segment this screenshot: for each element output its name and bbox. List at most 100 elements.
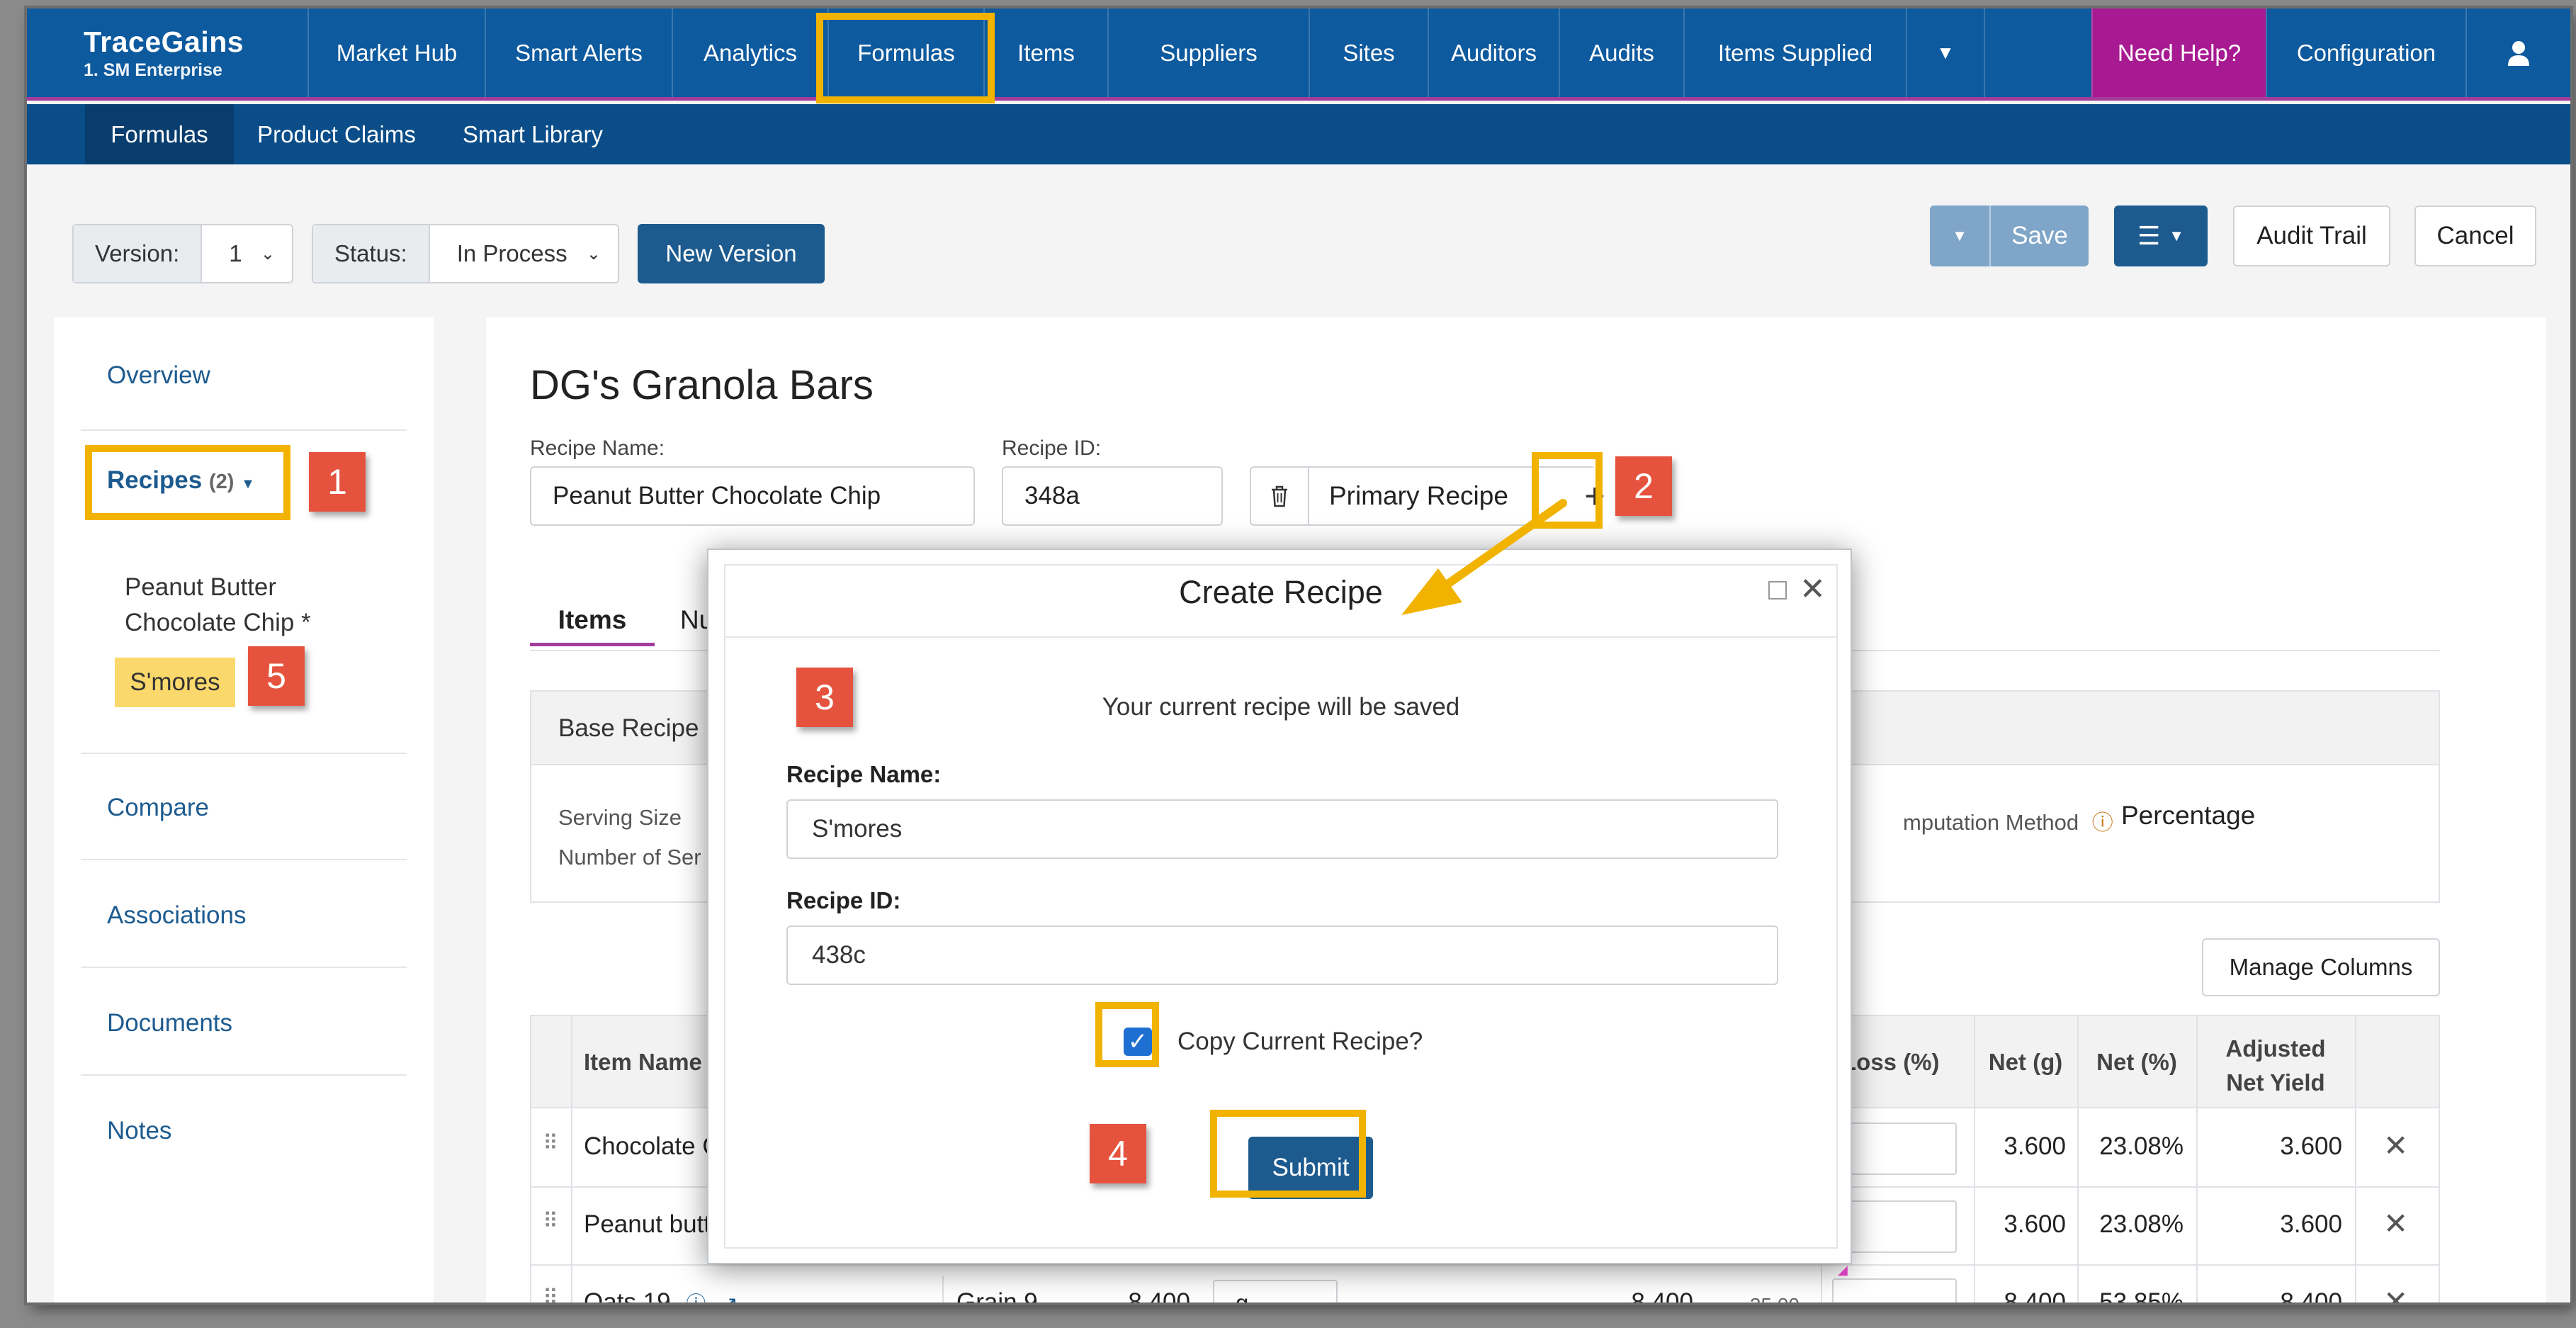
recipe-item-line-2: Chocolate Chip * xyxy=(125,609,311,636)
cancel-button[interactable]: Cancel xyxy=(2414,206,2536,266)
item-name-text: Oats 19 xyxy=(584,1288,671,1302)
nav-auditors[interactable]: Auditors xyxy=(1428,9,1559,97)
col-adjusted-line-2: Net Yield xyxy=(2226,1069,2325,1096)
sidebar-divider xyxy=(81,859,407,860)
info-icon[interactable]: ⓘ xyxy=(686,1293,706,1302)
col-item-name[interactable]: Item Name xyxy=(584,1049,702,1076)
sidebar-documents[interactable]: Documents xyxy=(107,1009,232,1037)
recipe-item-smores[interactable]: S'mores xyxy=(115,658,235,707)
manage-columns-button[interactable]: Manage Columns xyxy=(2202,938,2440,996)
sidebar-associations[interactable]: Associations xyxy=(107,901,246,930)
user-menu[interactable] xyxy=(2465,9,2570,97)
remove-row-icon[interactable]: ✕ xyxy=(2383,1206,2408,1241)
dialog-recipe-name-input[interactable]: S'mores xyxy=(786,799,1778,859)
recipe-item-line-1: Peanut Butter xyxy=(125,573,277,601)
subnav-formulas[interactable]: Formulas xyxy=(85,104,234,164)
col-net-g[interactable]: Net (g) xyxy=(1974,1049,2077,1076)
unit-select[interactable]: g ⌄ xyxy=(1213,1280,1338,1302)
nav-configuration[interactable]: Configuration xyxy=(2266,9,2465,97)
nav-audits[interactable]: Audits xyxy=(1559,9,1683,97)
dialog-recipe-id-input[interactable]: 438c xyxy=(786,925,1778,985)
computation-method-text: mputation Method xyxy=(1903,810,2079,835)
number-of-servings-label: Number of Ser xyxy=(558,845,701,870)
audit-trail-button[interactable]: Audit Trail xyxy=(2233,206,2390,266)
nav-more-dropdown[interactable]: ▼ xyxy=(1906,9,1985,97)
recipe-id-label: Recipe ID: xyxy=(1002,437,1102,460)
table-row-net-pct: 53.85% xyxy=(2099,1288,2184,1302)
user-icon xyxy=(2508,40,2529,66)
caret-down-icon: ▼ xyxy=(2169,227,2185,244)
computation-method-label: mputation Method ⓘ xyxy=(1903,805,2113,836)
status-label: Status: xyxy=(313,225,430,282)
page-title: DG's Granola Bars xyxy=(530,362,874,408)
delete-recipe-button[interactable] xyxy=(1251,468,1309,524)
subnav-smart-library[interactable]: Smart Library xyxy=(439,104,626,164)
sidebar-notes[interactable]: Notes xyxy=(107,1117,171,1145)
remove-row-icon[interactable]: ✕ xyxy=(2383,1284,2408,1302)
table-row-item-name[interactable]: Peanut butt xyxy=(584,1210,711,1239)
save-options-dropdown[interactable]: ▼ xyxy=(1930,206,1991,266)
save-button[interactable]: Save xyxy=(1991,222,2089,250)
recipe-id-input[interactable]: 348a xyxy=(1002,466,1223,526)
drag-handle-icon[interactable]: ⠿ xyxy=(543,1209,558,1234)
external-link-icon[interactable]: ↗ xyxy=(721,1293,738,1302)
highlight-recipes-toggle xyxy=(85,445,290,520)
nav-market-hub[interactable]: Market Hub xyxy=(307,9,485,97)
sidebar-divider xyxy=(81,1074,407,1076)
dialog-recipe-id-label: Recipe ID: xyxy=(786,887,901,913)
col-adjusted-net-yield[interactable]: Adjusted Net Yield xyxy=(2196,1032,2355,1100)
nav-analytics[interactable]: Analytics xyxy=(672,9,827,97)
table-row-adjusted: 3.600 xyxy=(2280,1132,2342,1160)
loss-input[interactable] xyxy=(1832,1278,1957,1302)
highlight-copy-checkbox xyxy=(1095,1002,1159,1067)
dialog-header-divider xyxy=(724,636,1838,638)
table-row-item-name[interactable]: Oats 19 ⓘ ↗ xyxy=(584,1288,738,1302)
nav-smart-alerts[interactable]: Smart Alerts xyxy=(485,9,672,97)
brand-logo[interactable]: TraceGains 1. SM Enterprise xyxy=(84,26,244,81)
actions-menu-button[interactable]: ☰ ▼ xyxy=(2114,206,2208,266)
table-row-net-pct: 23.08% xyxy=(2099,1132,2184,1160)
need-help-button[interactable]: Need Help? xyxy=(2091,9,2266,97)
highlight-submit-button xyxy=(1210,1110,1366,1198)
remove-row-icon[interactable]: ✕ xyxy=(2383,1128,2408,1163)
table-row-item-name[interactable]: Chocolate C xyxy=(584,1132,721,1161)
drag-handle-icon[interactable]: ⠿ xyxy=(543,1285,558,1302)
recipe-name-input[interactable]: Peanut Butter Chocolate Chip xyxy=(530,466,975,526)
sidebar-compare[interactable]: Compare xyxy=(107,794,209,822)
info-icon[interactable]: ⓘ xyxy=(2092,811,2113,835)
resize-handle[interactable]: ◢ xyxy=(1838,1263,1848,1278)
copy-recipe-label: Copy Current Recipe? xyxy=(1177,1028,1423,1055)
dialog-message: Your current recipe will be saved xyxy=(1102,693,1460,721)
nav-items[interactable]: Items xyxy=(983,9,1107,97)
table-row-qty[interactable]: 8.400 xyxy=(1084,1288,1190,1302)
table-row-net-g: 3.600 xyxy=(2004,1132,2066,1160)
nav-suppliers[interactable]: Suppliers xyxy=(1107,9,1309,97)
status-select[interactable]: Status: In Process ⌄ xyxy=(312,224,619,283)
col-net-pct[interactable]: Net (%) xyxy=(2077,1049,2196,1076)
trash-icon xyxy=(1272,485,1287,507)
subnav-product-claims[interactable]: Product Claims xyxy=(234,104,439,164)
sidebar-divider xyxy=(81,967,407,968)
step-badge-1: 1 xyxy=(309,452,366,512)
table-row-qty2: 8.400 xyxy=(1631,1288,1693,1302)
sidebar-divider xyxy=(81,429,407,431)
chevron-down-icon: ⌄ xyxy=(586,244,601,264)
version-value: 1 xyxy=(229,240,242,266)
computation-method-value: Percentage xyxy=(2121,801,2256,830)
maximize-icon[interactable] xyxy=(1768,581,1787,600)
recipe-name-label: Recipe Name: xyxy=(530,437,665,460)
col-loss[interactable]: Loss (%) xyxy=(1842,1049,1955,1076)
nav-sites[interactable]: Sites xyxy=(1309,9,1428,97)
new-version-button[interactable]: New Version xyxy=(638,224,825,283)
table-row-net-g: 8.400 xyxy=(2004,1288,2066,1302)
close-icon[interactable]: ✕ xyxy=(1800,571,1826,607)
nav-items-supplied[interactable]: Items Supplied xyxy=(1683,9,1906,97)
drag-handle-icon[interactable]: ⠿ xyxy=(543,1131,558,1156)
unit-value: g xyxy=(1236,1290,1248,1302)
version-select[interactable]: Version: 1 ⌄ xyxy=(72,224,293,283)
chevron-down-icon: ⌄ xyxy=(1294,1297,1306,1302)
column-divider xyxy=(942,1276,944,1302)
tab-items[interactable]: Items xyxy=(530,605,655,646)
sidebar-overview[interactable]: Overview xyxy=(107,361,210,390)
recipe-item-peanut-butter[interactable]: Peanut Butter Chocolate Chip * xyxy=(125,570,311,641)
